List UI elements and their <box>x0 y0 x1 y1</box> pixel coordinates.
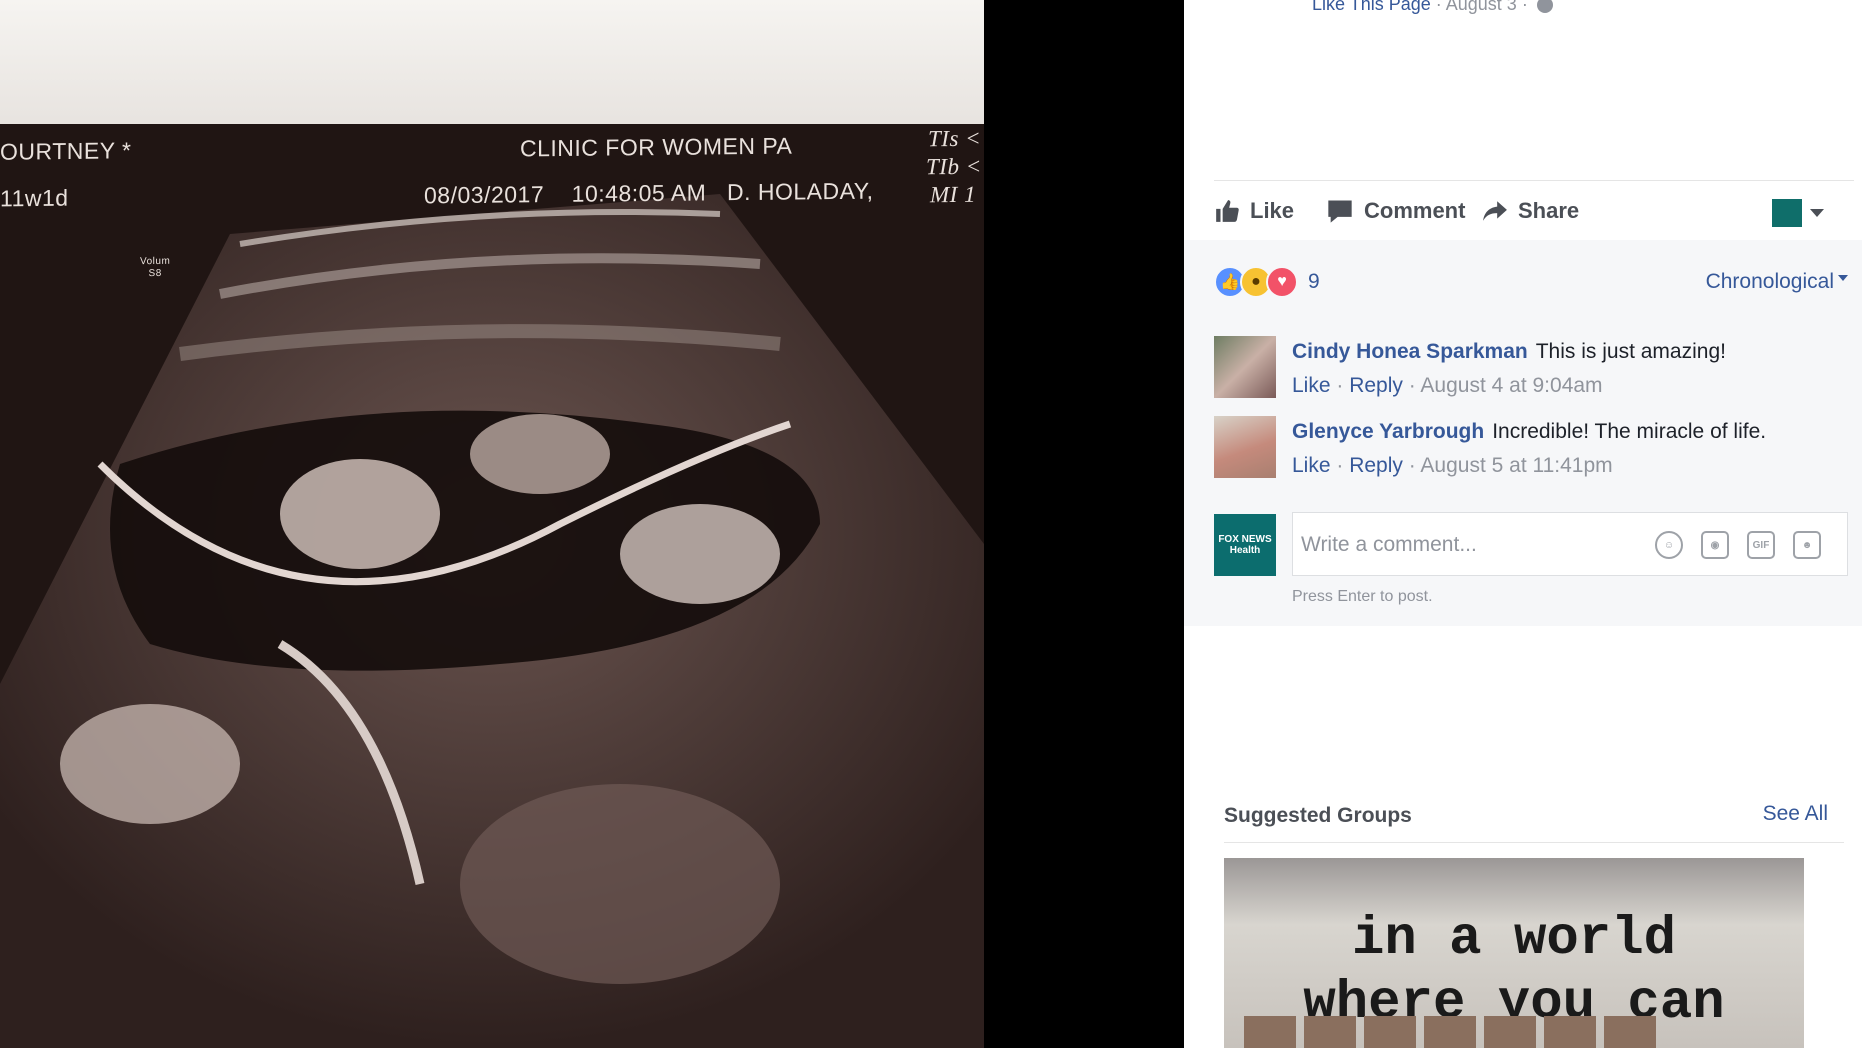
caret-down-icon <box>1838 275 1848 281</box>
thumbs-up-icon <box>1216 200 1239 222</box>
member-photo <box>1604 1016 1656 1048</box>
member-photo <box>1544 1016 1596 1048</box>
smiley-icon[interactable]: ☺ <box>1655 531 1683 559</box>
scan-datetime: 08/03/2017 10:48:05 AM D. HOLADAY, <box>424 177 874 209</box>
reactions-summary[interactable]: 👍 ● ♥ 9 <box>1214 266 1320 298</box>
volume-readout: Volum S8 <box>140 255 171 280</box>
camera-icon[interactable]: ◉ <box>1701 531 1729 559</box>
comment-meta: Like · Reply · August 4 at 9:04am <box>1292 374 1603 397</box>
tib-readout: TIb < <box>926 153 982 180</box>
share-button[interactable]: Share <box>1482 195 1579 227</box>
member-photo <box>1424 1016 1476 1048</box>
love-reaction-icon: ♥ <box>1266 266 1298 298</box>
sort-label: Chronological <box>1705 270 1834 293</box>
member-photo <box>1304 1016 1356 1048</box>
comment-timestamp[interactable]: August 4 at 9:04am <box>1420 374 1602 397</box>
share-label: Share <box>1518 198 1580 223</box>
photo-paper-margin <box>0 0 984 128</box>
member-photo <box>1484 1016 1536 1048</box>
tis-readout: TIs < <box>928 125 982 152</box>
comment-like-link[interactable]: Like <box>1292 374 1331 397</box>
comment-sort-dropdown[interactable]: Chronological <box>1706 270 1848 294</box>
chevron-down-icon <box>1810 209 1824 217</box>
comment-body: Glenyce Yarbrough Incredible! The miracle… <box>1292 420 1766 444</box>
gestational-age: 11w1d <box>0 184 69 212</box>
post-date[interactable]: · August 3 · <box>1436 0 1528 14</box>
commenter-name[interactable]: Cindy Honea Sparkman <box>1292 340 1528 363</box>
like-page-link[interactable]: Like This Page <box>1312 0 1431 14</box>
member-photo <box>1364 1016 1416 1048</box>
clinic-name: CLINIC FOR WOMEN PA <box>520 132 793 162</box>
photo-viewer-gutter <box>984 0 1184 1048</box>
composer-avatar[interactable]: FOX NEWS Health <box>1214 514 1276 576</box>
post-action-bar: Like Comment Share <box>1214 180 1854 241</box>
post-header-area: Like This Page · August 3 · <box>1184 0 1862 180</box>
suggested-groups-title: Suggested Groups <box>1224 804 1412 827</box>
share-arrow-icon <box>1483 201 1507 221</box>
post-meta: Like This Page · August 3 · <box>1312 0 1553 15</box>
see-all-link[interactable]: See All <box>1763 802 1828 826</box>
comment-composer: FOX NEWS Health ☺ ◉ GIF ☻ <box>1214 512 1854 582</box>
comment-input-box[interactable]: ☺ ◉ GIF ☻ <box>1292 512 1848 577</box>
comment-reply-link[interactable]: Reply <box>1349 374 1403 397</box>
gif-icon[interactable]: GIF <box>1747 531 1775 559</box>
group-member-photos <box>1244 1016 1784 1048</box>
member-photo <box>1244 1016 1296 1048</box>
like-label: Like <box>1250 198 1295 223</box>
comment-text: This is just amazing! <box>1535 340 1726 363</box>
comment-meta: Like · Reply · August 5 at 11:41pm <box>1292 454 1613 477</box>
comment-body: Cindy Honea Sparkman This is just amazing… <box>1292 340 1726 364</box>
comment-timestamp[interactable]: August 5 at 11:41pm <box>1420 454 1612 477</box>
speech-bubble-icon <box>1328 200 1352 223</box>
post-photo[interactable]: OURTNEY * CLINIC FOR WOMEN PA 11w1d 08/0… <box>0 0 984 1048</box>
suggested-group-card[interactable]: in a world where you can <box>1224 858 1804 1048</box>
post-as-selector[interactable] <box>1772 197 1824 229</box>
page-avatar-thumb <box>1772 199 1802 227</box>
mi-readout: MI 1 <box>930 181 977 208</box>
comments-section: 👍 ● ♥ 9 Chronological Cindy Honea Sparkm… <box>1184 240 1862 626</box>
comment-button[interactable]: Comment <box>1326 195 1465 227</box>
composer-hint: Press Enter to post. <box>1292 588 1433 605</box>
comment-text: Incredible! The miracle of life. <box>1492 420 1767 443</box>
commenter-avatar[interactable] <box>1214 336 1276 398</box>
globe-icon <box>1536 0 1553 14</box>
like-button[interactable]: Like <box>1214 195 1294 227</box>
commenter-avatar[interactable] <box>1214 416 1276 478</box>
post-details-panel: Like This Page · August 3 · Like Comment… <box>1184 0 1862 1048</box>
patient-name: OURTNEY * <box>0 137 132 165</box>
sticker-icon[interactable]: ☻ <box>1793 531 1821 559</box>
comment-reply-link[interactable]: Reply <box>1349 454 1403 477</box>
comment-like-link[interactable]: Like <box>1292 454 1331 477</box>
commenter-name[interactable]: Glenyce Yarbrough <box>1292 420 1484 443</box>
comment-label: Comment <box>1364 198 1466 223</box>
reaction-count: 9 <box>1308 270 1320 293</box>
suggested-groups-header: Suggested Groups See All <box>1224 790 1844 843</box>
comment-input[interactable] <box>1299 513 1643 577</box>
